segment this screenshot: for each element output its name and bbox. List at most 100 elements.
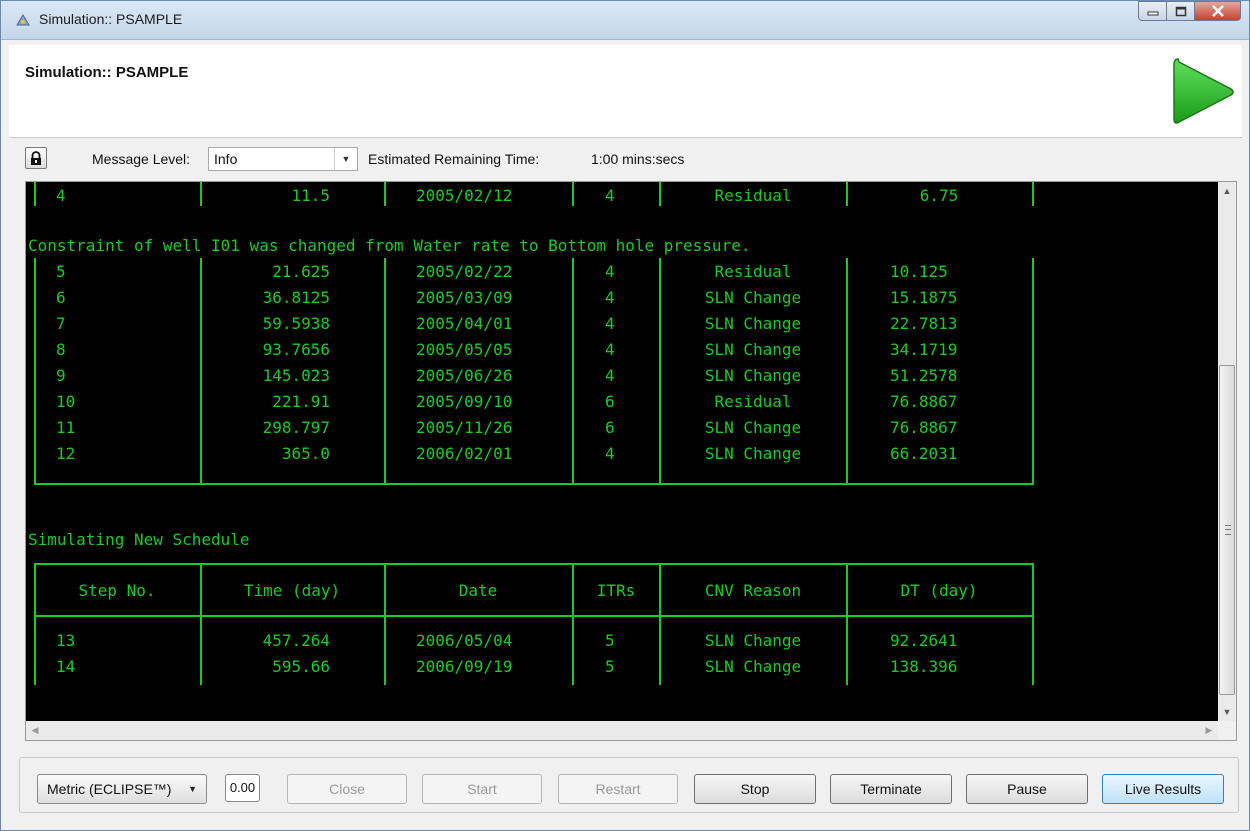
table-cell-time: 59.5938: [262, 314, 330, 333]
table-cell-step: 7: [56, 314, 66, 333]
table-cell-reason: SLN Change: [704, 631, 802, 650]
header-panel: Simulation:: PSAMPLE: [9, 45, 1242, 138]
cell-dt: 6.75: [919, 186, 959, 205]
header-itrs: ITRs: [596, 581, 636, 600]
table-cell-date: 2006/02/01: [416, 444, 513, 463]
table-cell-itrs: 5: [605, 657, 615, 676]
table-cell-itrs: 6: [605, 392, 615, 411]
unit-system-value: Metric (ECLIPSE™): [47, 781, 172, 797]
close-button[interactable]: Close: [287, 774, 407, 804]
message-level-select[interactable]: Info ▼: [208, 147, 358, 171]
table-cell-step: 14: [56, 657, 76, 676]
message-level-label: Message Level:: [92, 151, 191, 167]
header-date: Date: [458, 581, 498, 600]
table-border: [572, 182, 574, 206]
table-cell-itrs: 4: [605, 262, 615, 281]
table-border: [1032, 258, 1034, 484]
table-cell-time: 93.7656: [262, 340, 330, 359]
horizontal-scrollbar[interactable]: ◀ ▶: [26, 721, 1218, 740]
maximize-icon: [1175, 6, 1186, 16]
table-border: [1032, 563, 1034, 685]
table-cell-reason: Residual: [714, 392, 792, 411]
scrollbar-thumb[interactable]: [1219, 365, 1235, 695]
table-cell-itrs: 4: [605, 288, 615, 307]
control-bar: Metric (ECLIPSE™) ▼ 0.00 Close Start Res…: [19, 757, 1239, 813]
table-cell-date: 2005/05/05: [416, 340, 513, 359]
close-window-button[interactable]: [1195, 1, 1241, 21]
table-cell-dt: 10.125: [890, 262, 948, 281]
scroll-left-icon[interactable]: ◀: [26, 721, 44, 740]
maximize-button[interactable]: [1167, 1, 1195, 21]
simulation-window: Simulation:: PSAMPLE Simulation:: PSAMPL…: [0, 0, 1250, 831]
close-icon: [1211, 5, 1224, 17]
simulation-console[interactable]: 4 11.5 2005/02/12 4 Residual 6.75 Constr…: [26, 182, 1218, 721]
pause-button[interactable]: Pause: [966, 774, 1088, 804]
restart-button[interactable]: Restart: [558, 774, 678, 804]
table-cell-dt: 51.2578: [890, 366, 958, 385]
table-cell-step: 11: [56, 418, 76, 437]
table-cell-dt: 76.8867: [890, 392, 958, 411]
table-border: [34, 563, 1034, 565]
table-border: [384, 563, 386, 685]
table-cell-itrs: 4: [605, 314, 615, 333]
table-cell-dt: 66.2031: [890, 444, 958, 463]
table-border: [200, 182, 202, 206]
unit-system-select[interactable]: Metric (ECLIPSE™) ▼: [37, 774, 207, 804]
message-level-value: Info: [214, 151, 238, 167]
table-border: [659, 258, 661, 484]
table-cell-itrs: 4: [605, 366, 615, 385]
table-cell-step: 10: [56, 392, 76, 411]
table-cell-date: 2005/11/26: [416, 418, 513, 437]
scroll-down-icon[interactable]: ▼: [1218, 703, 1236, 721]
table-border: [34, 615, 1034, 617]
vertical-scrollbar[interactable]: ▲ ▼: [1218, 182, 1236, 721]
table-cell-reason: SLN Change: [704, 340, 802, 359]
table-cell-time: 21.625: [272, 262, 330, 281]
app-icon: [16, 14, 30, 26]
lock-icon: [31, 150, 41, 165]
table-border: [34, 258, 36, 484]
table-cell-date: 2006/09/19: [416, 657, 513, 676]
table-border: [659, 182, 661, 206]
table-cell-dt: 138.396: [890, 657, 958, 676]
stop-button[interactable]: Stop: [694, 774, 816, 804]
table-border: [846, 182, 848, 206]
table-cell-reason: SLN Change: [704, 314, 802, 333]
remaining-time-label: Estimated Remaining Time:: [368, 151, 540, 167]
scroll-up-icon[interactable]: ▲: [1218, 182, 1236, 200]
minimize-button[interactable]: [1138, 1, 1167, 21]
table-cell-step: 13: [56, 631, 76, 650]
live-results-button[interactable]: Live Results: [1102, 774, 1224, 804]
chevron-down-icon: ▼: [188, 784, 197, 794]
table-cell-time: 298.797: [262, 418, 330, 437]
terminate-button[interactable]: Terminate: [830, 774, 952, 804]
table-border: [384, 258, 386, 484]
table-cell-step: 9: [56, 366, 66, 385]
table-border: [572, 258, 574, 484]
start-button[interactable]: Start: [422, 774, 542, 804]
chevron-down-icon: ▼: [334, 148, 357, 170]
lock-button[interactable]: [25, 147, 47, 169]
remaining-time-value: 1:00 mins:secs: [591, 151, 685, 167]
table-cell-dt: 15.1875: [890, 288, 958, 307]
table-cell-time: 365.0: [281, 444, 330, 463]
table-cell-step: 8: [56, 340, 66, 359]
console-frame: 4 11.5 2005/02/12 4 Residual 6.75 Constr…: [25, 181, 1237, 741]
scroll-right-icon[interactable]: ▶: [1200, 721, 1218, 740]
table-cell-reason: SLN Change: [704, 418, 802, 437]
table-cell-dt: 76.8867: [890, 418, 958, 437]
table-cell-date: 2005/04/01: [416, 314, 513, 333]
table-cell-itrs: 4: [605, 444, 615, 463]
play-icon[interactable]: [1170, 55, 1236, 129]
table-border: [1032, 182, 1034, 206]
table-cell-reason: SLN Change: [704, 288, 802, 307]
table-cell-reason: Residual: [714, 262, 792, 281]
window-controls: [1138, 1, 1241, 23]
value-field[interactable]: 0.00: [225, 774, 260, 802]
title-bar[interactable]: Simulation:: PSAMPLE: [1, 1, 1249, 40]
page-title: Simulation:: PSAMPLE: [25, 64, 189, 81]
cell-step: 4: [56, 186, 66, 205]
header-step: Step No.: [78, 581, 156, 600]
header-reason: CNV Reason: [704, 581, 802, 600]
table-cell-time: 36.8125: [262, 288, 330, 307]
